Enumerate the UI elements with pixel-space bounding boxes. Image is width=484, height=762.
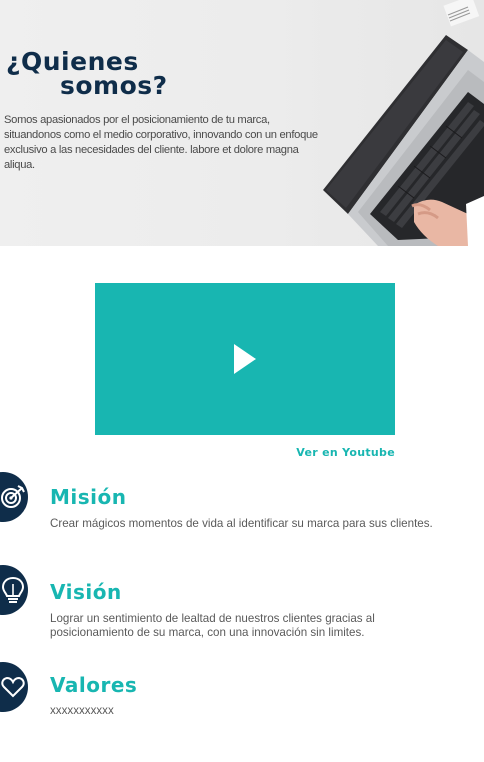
mision-text: Crear mágicos momentos de vida al identi… — [50, 517, 433, 530]
valores-text: xxxxxxxxxxx — [50, 704, 114, 717]
hero-section: ¿Quienes somos? Somos apasionados por el… — [0, 0, 484, 246]
vision-title: Visión — [50, 580, 122, 604]
play-icon[interactable] — [232, 342, 258, 376]
youtube-link[interactable]: Ver en Youtube — [296, 446, 395, 459]
title-line-2: somos? — [60, 71, 168, 100]
valores-title: Valores — [50, 673, 138, 697]
page-title: ¿Quienes somos? — [6, 49, 206, 100]
mision-title: Misión — [50, 485, 127, 509]
hero-description: Somos apasionados por el posicionamiento… — [4, 114, 318, 171]
vision-text: Lograr un sentimiento de lealtad de nues… — [50, 612, 375, 639]
video-player[interactable] — [95, 283, 395, 435]
laptop-image — [323, 0, 484, 246]
